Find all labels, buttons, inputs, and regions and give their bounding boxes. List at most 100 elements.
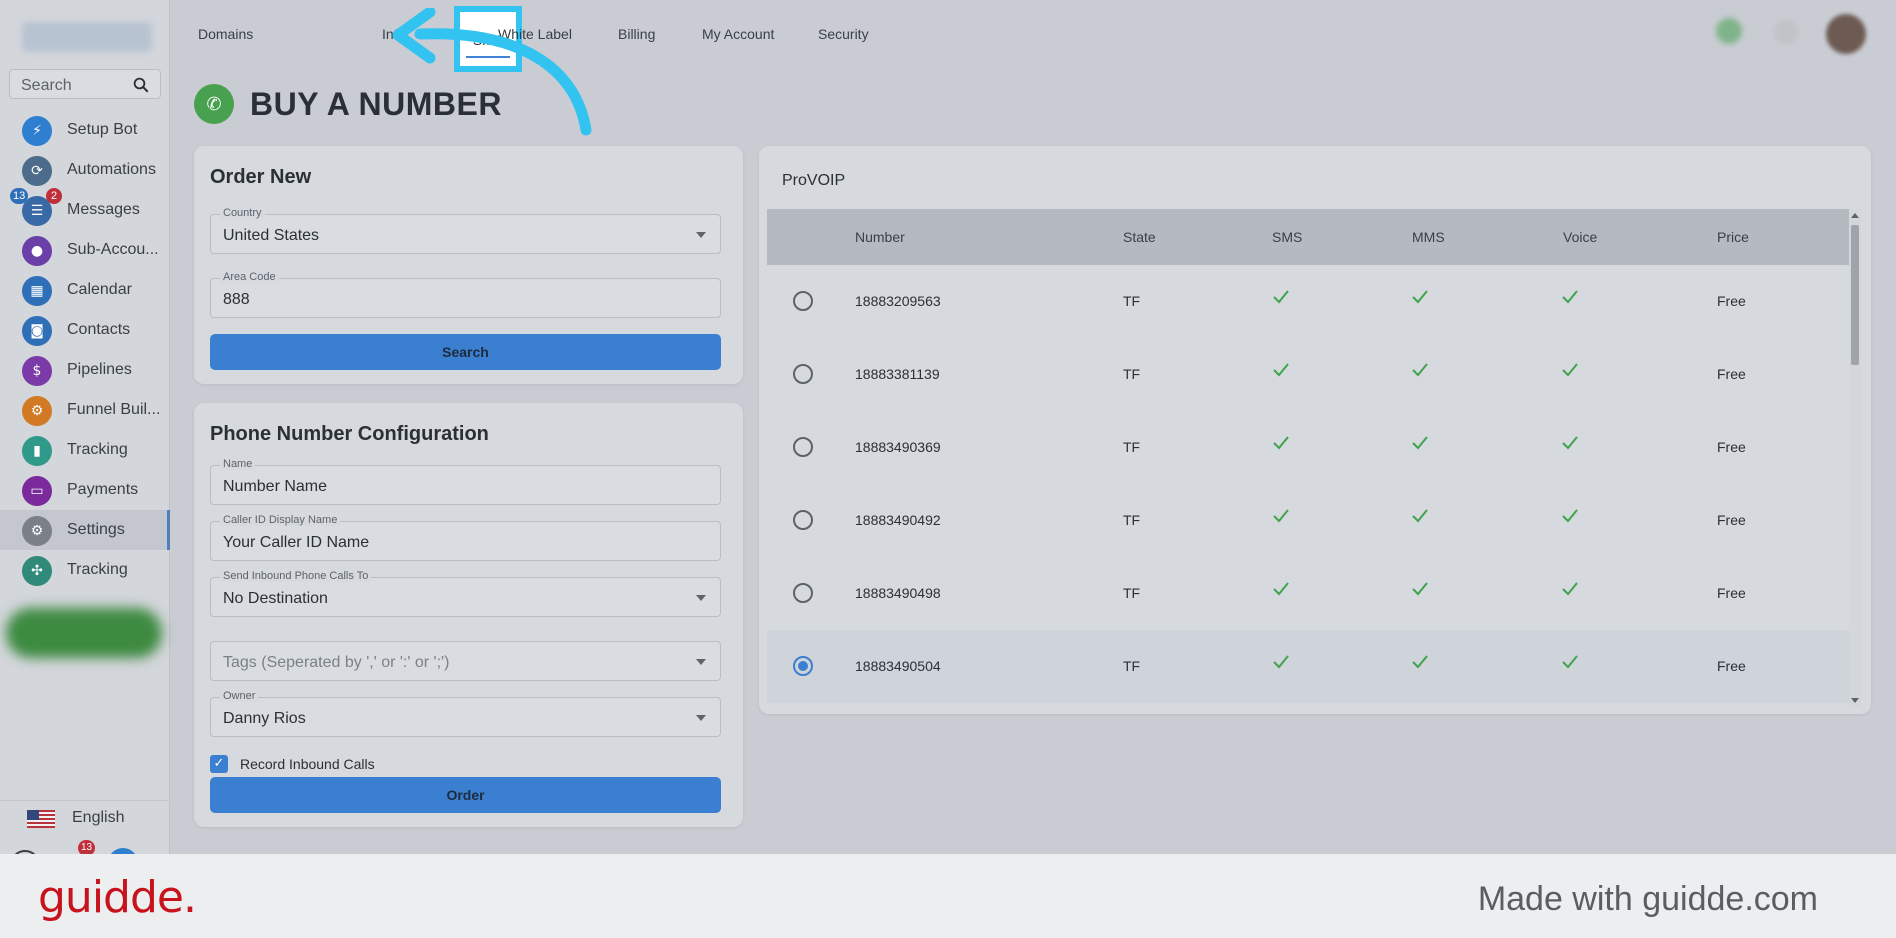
- automation-icon: ⟳: [22, 156, 52, 186]
- sidebar-search-input[interactable]: Search: [9, 69, 161, 99]
- price-cell: Free: [1717, 293, 1746, 309]
- made-with-text: Made with guidde.com: [1477, 880, 1818, 918]
- phone-status-icon[interactable]: [1716, 18, 1742, 44]
- sidebar-item-sub-accou[interactable]: ● Sub-Accou...: [0, 230, 170, 270]
- owner-select[interactable]: Owner Danny Rios: [210, 690, 721, 737]
- tab-domains[interactable]: Domains: [198, 26, 253, 42]
- tags-placeholder: Tags (Seperated by ',' or ':' or ';'): [223, 654, 450, 671]
- help-icon[interactable]: [1774, 20, 1798, 44]
- sidebar-item-setup-bot[interactable]: ⚡ Setup Bot: [0, 110, 170, 150]
- card-icon: ▭: [22, 476, 52, 506]
- voice-check-icon: [1562, 436, 1578, 450]
- phone-number-cell: 18883490504: [855, 658, 941, 674]
- sidebar-item-pipelines[interactable]: $ Pipelines: [0, 350, 170, 390]
- country-select[interactable]: Country United States: [210, 207, 721, 254]
- chevron-down-icon: [696, 715, 706, 721]
- state-cell: TF: [1123, 512, 1141, 528]
- row-radio-button[interactable]: [793, 364, 813, 384]
- sidebar-item-label: Tracking: [67, 441, 128, 458]
- footer: guidde. Made with guidde.com: [0, 854, 1896, 938]
- config-heading: Phone Number Configuration: [210, 423, 489, 445]
- col-price: Price: [1717, 229, 1749, 245]
- price-cell: Free: [1717, 512, 1746, 528]
- voice-check-icon: [1562, 582, 1578, 596]
- mms-check-icon: [1412, 509, 1428, 523]
- area-code-input[interactable]: Area Code 888: [210, 271, 721, 318]
- price-cell: Free: [1717, 585, 1746, 601]
- table-scrollbar[interactable]: [1849, 209, 1861, 707]
- table-header: Number State SMS MMS Voice Price: [767, 209, 1849, 265]
- table-row[interactable]: 18883490498 TF Free: [767, 557, 1849, 630]
- sidebar-item-messages[interactable]: ☰ Messages 13 2: [0, 188, 170, 230]
- tab-security[interactable]: Security: [818, 26, 869, 42]
- col-mms: MMS: [1412, 229, 1445, 245]
- tracking-icon: ✣: [22, 556, 52, 586]
- sidebar-item-contacts[interactable]: ◙ Contacts: [0, 310, 170, 350]
- calendar-icon: ▦: [22, 276, 52, 306]
- language-label: English: [72, 809, 125, 826]
- country-label: Country: [220, 207, 265, 219]
- state-cell: TF: [1123, 585, 1141, 601]
- search-icon[interactable]: [132, 76, 150, 94]
- voice-check-icon: [1562, 655, 1578, 669]
- tags-select[interactable]: Tags (Seperated by ',' or ':' or ';'): [210, 641, 721, 681]
- sidebar-item-tracking[interactable]: ✣ Tracking: [0, 550, 170, 590]
- table-row[interactable]: 18883490369 TF Free: [767, 411, 1849, 484]
- col-state: State: [1123, 229, 1156, 245]
- area-code-value: 888: [223, 291, 250, 308]
- name-input[interactable]: Name Number Name: [210, 458, 721, 505]
- record-calls-checkbox[interactable]: ✓: [210, 755, 228, 773]
- scroll-thumb[interactable]: [1851, 225, 1859, 365]
- chevron-down-icon: [696, 595, 706, 601]
- user-avatar[interactable]: [1826, 14, 1866, 54]
- sidebar-item-settings[interactable]: ⚙ Settings: [0, 510, 170, 550]
- table-row[interactable]: 18883490504 TF Free: [767, 630, 1849, 703]
- funnel-icon: ⚙: [22, 396, 52, 426]
- phone-config-card: Phone Number Configuration Name Number N…: [194, 403, 743, 827]
- sidebar-item-payments[interactable]: ▭ Payments: [0, 470, 170, 510]
- sms-check-icon: [1273, 290, 1289, 304]
- sms-check-icon: [1273, 436, 1289, 450]
- table-row[interactable]: 18883381139 TF Free: [767, 338, 1849, 411]
- user-icon: ●: [22, 236, 52, 266]
- order-button[interactable]: Order: [210, 777, 721, 813]
- inbound-label: Send Inbound Phone Calls To: [220, 570, 372, 582]
- scroll-up-icon[interactable]: [1851, 213, 1859, 218]
- sidebar-item-label: Calendar: [67, 281, 132, 298]
- mms-check-icon: [1412, 290, 1428, 304]
- row-radio-button[interactable]: [793, 510, 813, 530]
- chart-icon: ▮: [22, 436, 52, 466]
- language-selector[interactable]: English: [0, 800, 170, 836]
- mms-check-icon: [1412, 582, 1428, 596]
- sms-check-icon: [1273, 509, 1289, 523]
- table-row[interactable]: 18883490492 TF Free: [767, 484, 1849, 557]
- dollar-icon: $: [22, 356, 52, 386]
- scroll-down-icon[interactable]: [1851, 698, 1859, 703]
- sidebar-item-label: Automations: [67, 161, 156, 178]
- sidebar-item-label: Sub-Accou...: [67, 241, 159, 258]
- search-button[interactable]: Search: [210, 334, 721, 370]
- app-logo[interactable]: [22, 22, 152, 52]
- record-calls-label: Record Inbound Calls: [240, 756, 375, 772]
- caller-id-value: Your Caller ID Name: [223, 534, 370, 551]
- tab-billing[interactable]: Billing: [618, 26, 655, 42]
- sidebar-item-calendar[interactable]: ▦ Calendar: [0, 270, 170, 310]
- promo-button[interactable]: [6, 608, 162, 658]
- mms-check-icon: [1412, 655, 1428, 669]
- table-row[interactable]: 18883209563 TF Free: [767, 265, 1849, 338]
- sidebar-item-funnel-buil[interactable]: ⚙ Funnel Buil...: [0, 390, 170, 430]
- sidebar-item-automations[interactable]: ⟳ Automations: [0, 150, 170, 190]
- sidebar-item-label: Contacts: [67, 321, 131, 338]
- row-radio-button[interactable]: [793, 656, 813, 676]
- caller-id-input[interactable]: Caller ID Display Name Your Caller ID Na…: [210, 514, 721, 561]
- row-radio-button[interactable]: [793, 291, 813, 311]
- inbound-destination-select[interactable]: Send Inbound Phone Calls To No Destinati…: [210, 570, 721, 617]
- sidebar-item-label: Settings: [67, 521, 125, 538]
- state-cell: TF: [1123, 439, 1141, 455]
- row-radio-button[interactable]: [793, 437, 813, 457]
- tab-my-account[interactable]: My Account: [702, 26, 774, 42]
- sidebar-item-tracking[interactable]: ▮ Tracking: [0, 430, 170, 470]
- row-radio-button[interactable]: [793, 583, 813, 603]
- bottom-notification-badge: 13: [78, 840, 96, 854]
- sms-check-icon: [1273, 363, 1289, 377]
